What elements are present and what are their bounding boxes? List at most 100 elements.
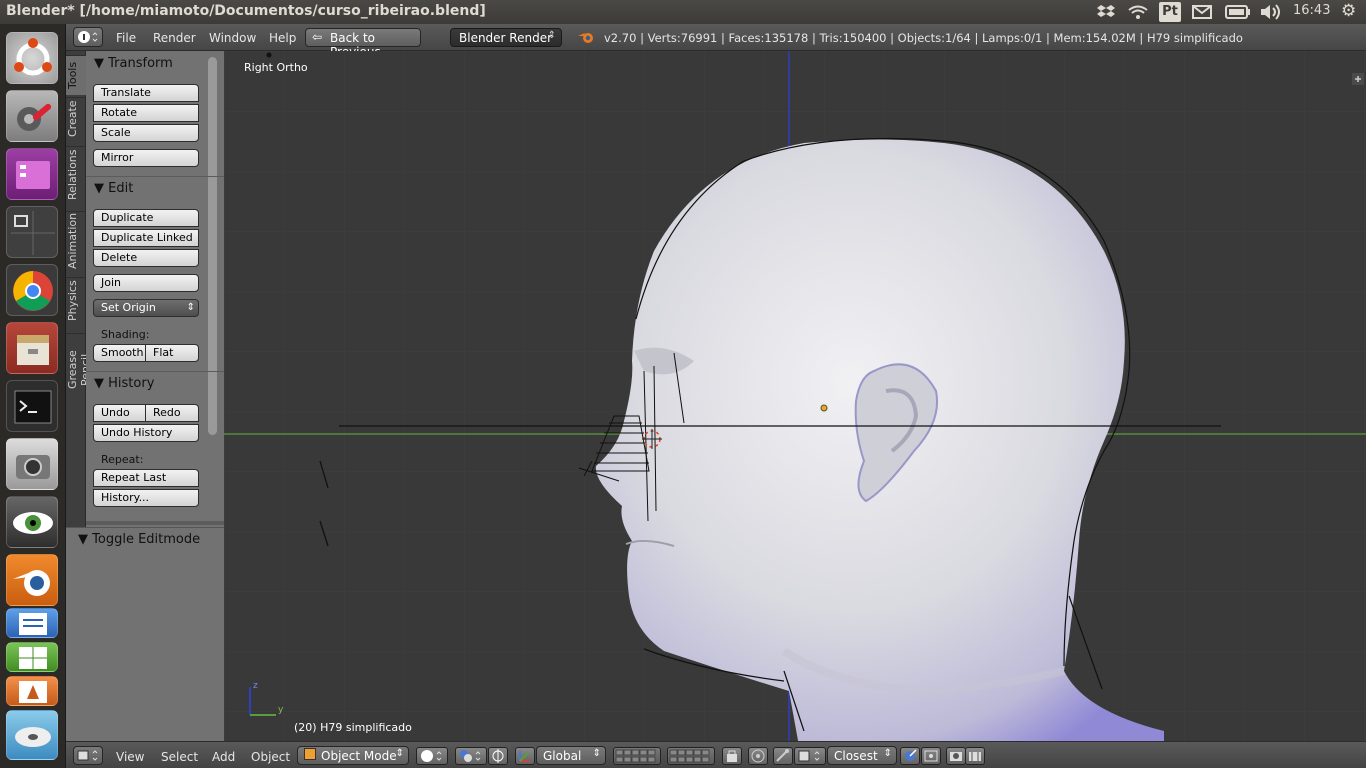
repeat-label: Repeat: (101, 453, 144, 466)
mail-icon[interactable] (1192, 5, 1212, 19)
translate-manipulator-icon[interactable] (515, 747, 535, 765)
disk-utility-icon[interactable] (6, 710, 58, 760)
viewport-canvas[interactable] (224, 51, 1366, 741)
back-icon: ⇦ (312, 30, 323, 44)
use-snap-peel-icon[interactable] (921, 747, 941, 765)
object-origin-dot[interactable] (820, 404, 828, 412)
system-settings-icon[interactable] (6, 90, 58, 142)
tab-animation[interactable]: Animation (66, 211, 86, 269)
panel-transform-title: Transform (108, 56, 173, 71)
join-button[interactable]: Join (93, 274, 199, 292)
translate-button[interactable]: Translate (93, 84, 199, 102)
window-title: Blender* [/home/miamoto/Documentos/curso… (6, 3, 486, 19)
panel-history-header[interactable]: ▼ History (94, 376, 154, 391)
gear-icon[interactable]: ⚙ (1341, 1, 1356, 21)
libreoffice-impress-icon[interactable] (6, 676, 58, 706)
dropdown-arrows-icon: ⇕ (592, 748, 601, 759)
editor-type-button[interactable] (73, 27, 103, 47)
delete-button[interactable]: Delete (93, 249, 199, 267)
set-origin-label: Set Origin (101, 301, 156, 314)
lock-camera-icon[interactable] (722, 747, 742, 765)
snap-element-icon[interactable] (794, 747, 826, 765)
editor-type-3d-button[interactable] (73, 746, 103, 765)
snap-toggle-icon[interactable] (773, 747, 793, 765)
duplicate-button[interactable]: Duplicate (93, 209, 199, 227)
pivot-point-icon[interactable] (455, 747, 487, 765)
opengl-animation-icon[interactable] (965, 747, 985, 765)
toggle-editmode-header[interactable]: ▼ Toggle Editmode (78, 532, 200, 547)
area-split-icon[interactable] (1352, 73, 1364, 85)
back-to-previous-button[interactable]: ⇦ Back to Previous (305, 28, 421, 59)
menu-render[interactable]: Render (153, 31, 196, 45)
undo-button[interactable]: Undo (93, 404, 146, 422)
scene-statistics: v2.70 | Verts:76991 | Faces:135178 | Tri… (604, 31, 1243, 45)
undo-history-button[interactable]: Undo History (93, 424, 199, 442)
camera-icon[interactable] (6, 438, 58, 490)
tab-tools[interactable]: Tools (66, 55, 86, 95)
smooth-button[interactable]: Smooth (93, 344, 146, 362)
keyboard-layout-indicator[interactable]: Pt (1159, 2, 1181, 22)
menu-window[interactable]: Window (209, 31, 256, 45)
eye-of-gnome-icon[interactable] (6, 496, 58, 548)
files-icon[interactable] (6, 322, 58, 374)
chrome-icon[interactable] (6, 264, 58, 316)
menu-help[interactable]: Help (269, 31, 296, 45)
collapse-arrow-icon: ▼ (78, 532, 88, 547)
workspace-switcher-icon[interactable] (6, 206, 58, 258)
snap-target-select[interactable]: Closest ⇕ (827, 746, 897, 765)
manipulator-toggle-icon[interactable] (488, 747, 508, 765)
launcher (0, 24, 66, 768)
tab-create[interactable]: Create (66, 97, 86, 139)
duplicate-linked-button[interactable]: Duplicate Linked (93, 229, 199, 247)
wifi-icon[interactable] (1128, 5, 1148, 19)
dropbox-icon[interactable] (1097, 4, 1115, 20)
mode-select[interactable]: Object Mode ⇕ (297, 746, 409, 765)
menu-view[interactable]: View (116, 750, 144, 764)
flat-button[interactable]: Flat (145, 344, 199, 362)
toggle-editmode-title: Toggle Editmode (92, 532, 201, 547)
scale-button[interactable]: Scale (93, 124, 199, 142)
transform-orientation-select[interactable]: Global ⇕ (536, 746, 606, 765)
tab-relations[interactable]: Relations (66, 146, 86, 202)
scene-layers-grid-2[interactable] (667, 747, 715, 765)
history-button[interactable]: History... (93, 489, 199, 507)
workspace-icon[interactable] (6, 148, 58, 200)
collapse-arrow-icon: ▼ (94, 181, 104, 196)
clock[interactable]: 16:43 (1293, 3, 1330, 18)
battery-icon[interactable] (1225, 5, 1251, 19)
libreoffice-calc-icon[interactable] (6, 642, 58, 672)
menu-select[interactable]: Select (161, 750, 198, 764)
menu-object[interactable]: Object (251, 750, 290, 764)
proportional-editing-icon[interactable] (748, 747, 768, 765)
axis-y-label: y (278, 705, 284, 715)
render-engine-select[interactable]: Blender Render ⇕ (450, 28, 562, 47)
ubuntu-dash-icon[interactable] (6, 32, 58, 84)
mirror-button[interactable]: Mirror (93, 149, 199, 167)
redo-button[interactable]: Redo (145, 404, 199, 422)
align-rotation-icon[interactable] (900, 747, 920, 765)
panel-divider (86, 371, 224, 372)
volume-icon[interactable] (1260, 4, 1282, 20)
repeat-last-button[interactable]: Repeat Last (93, 469, 199, 487)
active-object-label: (20) H79 simplificado (294, 721, 412, 734)
menu-add[interactable]: Add (212, 750, 235, 764)
libreoffice-writer-icon[interactable] (6, 608, 58, 638)
panel-transform-header[interactable]: ▼ Transform (94, 56, 173, 71)
toolshelf-scrollbar[interactable] (208, 57, 217, 435)
blender-icon[interactable] (6, 554, 58, 606)
terminal-icon[interactable] (6, 380, 58, 432)
collapse-arrow-icon: ▼ (94, 376, 104, 391)
tab-grease-pencil[interactable]: Grease Pencil (66, 333, 92, 405)
tool-shelf: ▼ Transform Translate Rotate Scale Mirro… (66, 51, 224, 741)
viewport-shading-icon[interactable] (416, 747, 448, 765)
menu-file[interactable]: File (116, 31, 136, 45)
panel-edit-header[interactable]: ▼ Edit (94, 181, 133, 196)
tab-physics[interactable]: Physics (66, 277, 86, 323)
dropdown-arrows-icon: ⇕ (883, 748, 892, 759)
set-origin-dropdown[interactable]: Set Origin ⇕ (93, 299, 199, 317)
scene-layers-grid-1[interactable] (613, 747, 661, 765)
opengl-render-icon[interactable] (946, 747, 966, 765)
rotate-button[interactable]: Rotate (93, 104, 199, 122)
3d-viewport[interactable]: Right Ortho (20) H79 simplificado z y (224, 51, 1366, 741)
view-name-label: Right Ortho (244, 61, 308, 74)
